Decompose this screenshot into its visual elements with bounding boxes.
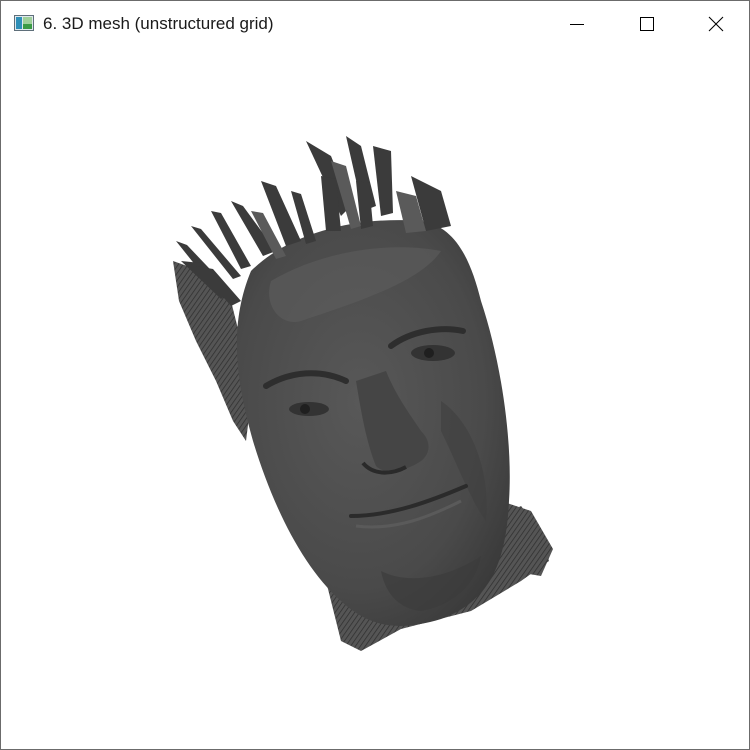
title-bar[interactable]: 6. 3D mesh (unstructured grid): [1, 1, 749, 47]
minimize-button[interactable]: [542, 1, 612, 47]
app-icon: [14, 15, 34, 31]
close-button[interactable]: [681, 1, 749, 47]
close-icon: [708, 16, 724, 32]
head-mesh: [173, 136, 553, 651]
window-title: 6. 3D mesh (unstructured grid): [43, 14, 274, 33]
minimize-icon: [570, 24, 584, 25]
app-window: 6. 3D mesh (unstructured grid): [0, 0, 750, 750]
maximize-icon: [640, 17, 654, 31]
render-viewport[interactable]: [1, 47, 749, 749]
maximize-button[interactable]: [612, 1, 682, 47]
